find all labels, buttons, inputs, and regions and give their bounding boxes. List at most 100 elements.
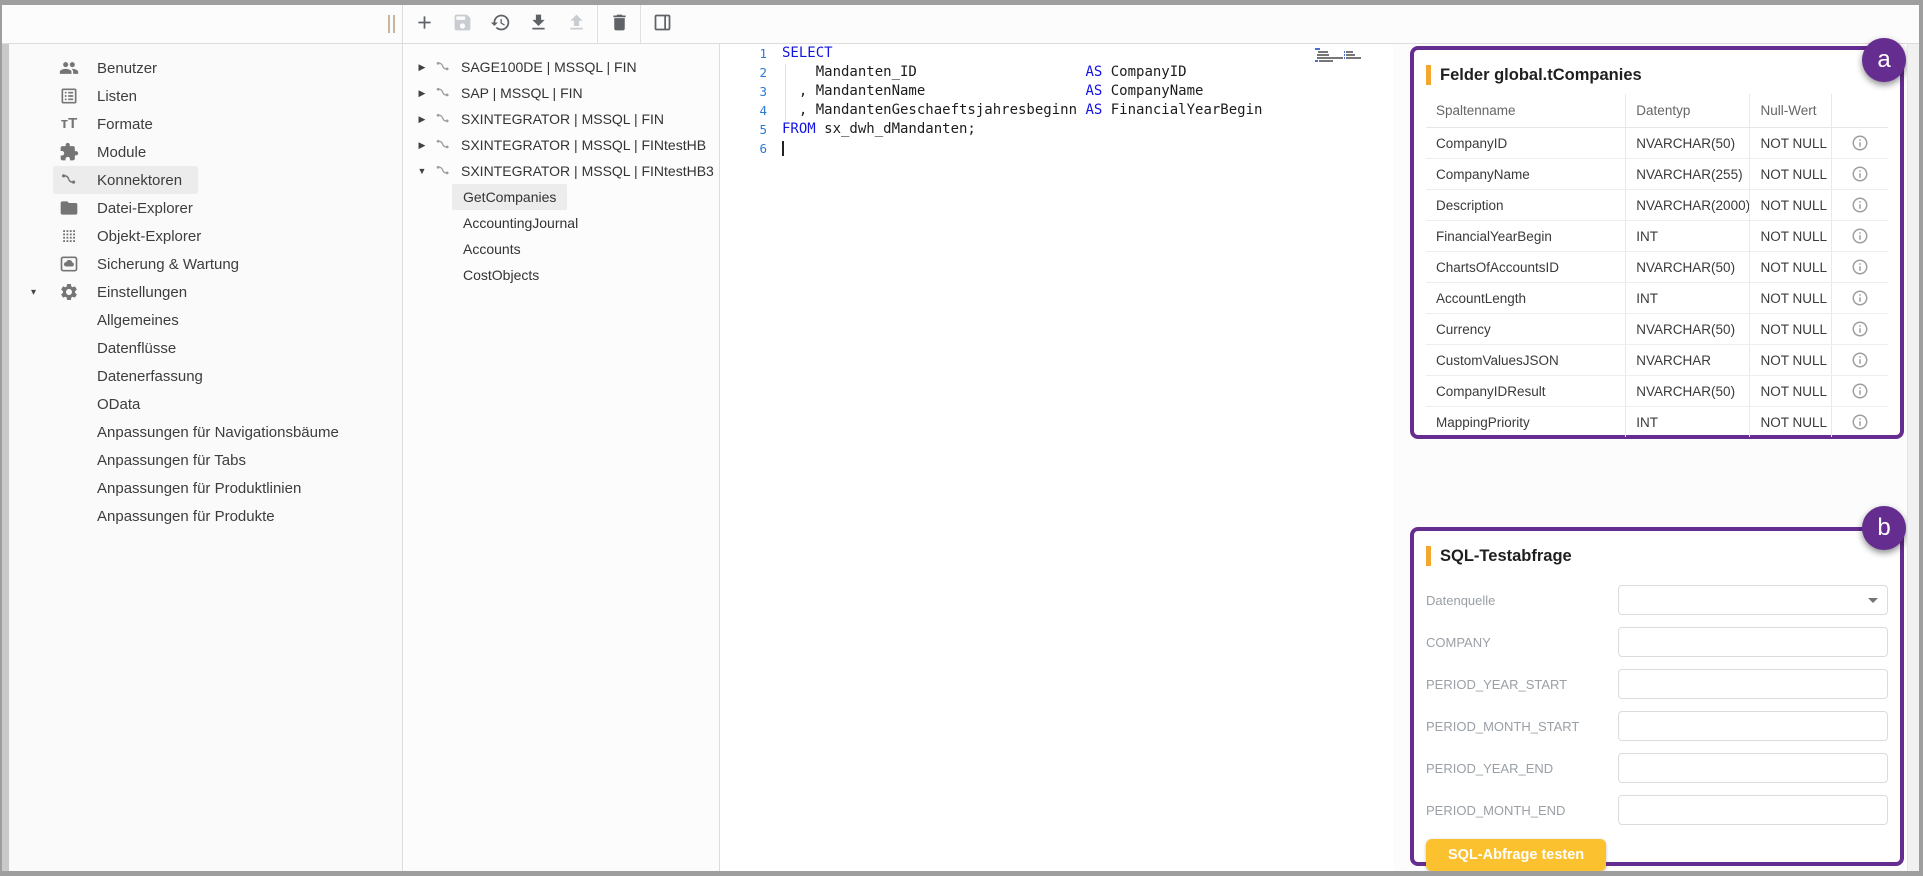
accent-bar — [1426, 546, 1431, 566]
table-row: CurrencyNVARCHAR(50)NOT NULL — [1426, 314, 1888, 345]
input-company[interactable] — [1618, 627, 1888, 657]
tree-query-costobjects[interactable]: CostObjects — [452, 262, 550, 288]
info-icon[interactable] — [1851, 383, 1869, 398]
connector-icon — [434, 58, 452, 76]
minimap-line — [1315, 60, 1387, 62]
cell-name: CompanyName — [1426, 159, 1626, 190]
tree-connector-sxintegrator-mssql-fintesthb[interactable]: ▶SXINTEGRATOR | MSSQL | FINtestHB — [404, 132, 719, 158]
grid-dots-icon — [59, 226, 79, 246]
cell-name: CompanyIDResult — [1426, 376, 1626, 407]
sidebar-subitem-allgemeines[interactable]: Allgemeines — [91, 306, 193, 334]
input-period-month-start[interactable] — [1618, 711, 1888, 741]
info-icon[interactable] — [1851, 197, 1869, 212]
add-button[interactable] — [405, 5, 443, 43]
sidebar-subitem-datenerfassung[interactable]: Datenerfassung — [91, 362, 217, 390]
cell-info — [1832, 190, 1888, 221]
tree-connector-sage100de-mssql-fin[interactable]: ▶ SAGE100DE | MSSQL | FIN — [404, 54, 719, 80]
sidebar-item-objekt-explorer[interactable]: Objekt-Explorer — [53, 222, 217, 250]
code-line-1: 1SELECT — [721, 44, 1393, 63]
chevron-down-icon[interactable]: ▾ — [31, 287, 36, 298]
input-period-year-start[interactable] — [1618, 669, 1888, 699]
delete-button[interactable] — [600, 5, 638, 43]
upload-icon — [566, 12, 587, 36]
sidebar-splitter-handle[interactable] — [388, 15, 396, 33]
info-icon[interactable] — [1851, 414, 1869, 429]
tree-connector-label: SXINTEGRATOR | MSSQL | FINtestHB3 — [461, 163, 714, 179]
chevron-right-icon[interactable]: ▶ — [414, 140, 430, 151]
tree-query-accounts[interactable]: Accounts — [452, 236, 532, 262]
format-size-icon: тT — [59, 114, 79, 134]
sidebar-item-formate[interactable]: тTFormate — [53, 110, 169, 138]
sidebar-subitem-odata[interactable]: OData — [91, 390, 154, 418]
code-line-4: 4 , MandantenGeschaeftsjahresbeginn AS F… — [721, 101, 1393, 120]
info-icon[interactable] — [1851, 321, 1869, 336]
table-row: DescriptionNVARCHAR(2000)NOT NULL — [1426, 190, 1888, 221]
connector-icon — [434, 84, 452, 102]
fields-panel-title: Felder global.tCompanies — [1440, 66, 1642, 85]
cell-info — [1832, 345, 1888, 376]
info-icon[interactable] — [1851, 135, 1869, 150]
column-header-datentyp: Datentyp — [1626, 94, 1750, 128]
restore-button[interactable] — [481, 5, 519, 43]
chevron-down-icon — [1868, 598, 1878, 603]
sidebar-item-listen[interactable]: Listen — [53, 82, 153, 110]
left-scrollbar[interactable] — [2, 44, 9, 871]
gear-icon — [59, 282, 79, 302]
form-row-period-year-end: PERIOD_YEAR_END — [1426, 747, 1888, 789]
input-period-year-end[interactable] — [1618, 753, 1888, 783]
minimap-line — [1315, 48, 1387, 50]
sql-editor[interactable]: 1SELECT2 Mandanten_ID AS CompanyID3 , Ma… — [721, 44, 1393, 871]
connector-icon — [434, 110, 452, 128]
sidebar-item-einstellungen[interactable]: ▾Einstellungen — [53, 278, 203, 306]
input-period-month-end[interactable] — [1618, 795, 1888, 825]
info-icon[interactable] — [1851, 259, 1869, 274]
chevron-right-icon[interactable]: ▶ — [414, 62, 430, 73]
tree-query-accountingjournal[interactable]: AccountingJournal — [452, 210, 589, 236]
sidebar-item-sicherung-wartung[interactable]: Sicherung & Wartung — [53, 250, 255, 278]
editor-minimap — [1315, 48, 1387, 66]
fields-panel-header: Felder global.tCompanies — [1426, 62, 1888, 88]
line-number: 2 — [721, 63, 782, 82]
sidebar-item-datei-explorer[interactable]: Datei-Explorer — [53, 194, 209, 222]
info-icon[interactable] — [1851, 166, 1869, 181]
chevron-down-icon[interactable]: ▼ — [414, 166, 430, 176]
tree-query-getcompanies[interactable]: GetCompanies — [452, 184, 567, 210]
tree-connector-label: SAGE100DE | MSSQL | FIN — [461, 59, 637, 75]
code-lines: 1SELECT2 Mandanten_ID AS CompanyID3 , Ma… — [721, 44, 1393, 158]
cell-info — [1832, 376, 1888, 407]
line-number: 5 — [721, 120, 782, 139]
select-datenquelle[interactable] — [1618, 585, 1888, 615]
table-row: FinancialYearBeginINTNOT NULL — [1426, 221, 1888, 252]
chevron-right-icon[interactable]: ▶ — [414, 88, 430, 99]
tree-connector-sap-mssql-fin[interactable]: ▶SAP | MSSQL | FIN — [404, 80, 719, 106]
tree-connector-sxintegrator-mssql-fin[interactable]: ▶SXINTEGRATOR | MSSQL | FIN — [404, 106, 719, 132]
table-row: CompanyIDNVARCHAR(50)NOT NULL — [1426, 128, 1888, 159]
puzzle-icon — [59, 142, 79, 162]
sidebar-subitem-anpassungen-f-r-navigationsb-ume[interactable]: Anpassungen für Navigationsbäume — [91, 418, 353, 446]
chevron-right-icon[interactable]: ▶ — [414, 114, 430, 125]
code-text: SELECT — [782, 44, 833, 63]
info-icon[interactable] — [1851, 290, 1869, 305]
connector-tree: ▶ SAGE100DE | MSSQL | FIN ▶SAP | MSSQL | F… — [404, 44, 720, 871]
sidebar-item-konnektoren[interactable]: Konnektoren — [53, 166, 198, 194]
sidebar-item-benutzer[interactable]: Benutzer — [53, 54, 173, 82]
sidebar-item-module[interactable]: Module — [53, 138, 162, 166]
sidebar-item-label: Konnektoren — [97, 172, 182, 189]
code-text: , MandantenName AS CompanyName — [782, 82, 1203, 101]
sidebar-subitem-datenfl-sse[interactable]: Datenflüsse — [91, 334, 190, 362]
run-sql-test-button[interactable]: SQL-Abfrage testen — [1426, 839, 1606, 871]
code-text: Mandanten_ID AS CompanyID — [782, 63, 1187, 82]
sidebar-subitem-anpassungen-f-r-tabs[interactable]: Anpassungen für Tabs — [91, 446, 260, 474]
sidebar-subitem-anpassungen-f-r-produkte[interactable]: Anpassungen für Produkte — [91, 502, 289, 530]
table-row: MappingPriorityINTNOT NULL — [1426, 407, 1888, 438]
toggle-panel-button[interactable] — [643, 5, 681, 43]
sidebar-subitem-anpassungen-f-r-produktlinien[interactable]: Anpassungen für Produktlinien — [91, 474, 315, 502]
info-icon[interactable] — [1851, 352, 1869, 367]
info-icon[interactable] — [1851, 228, 1869, 243]
download-button[interactable] — [519, 5, 557, 43]
tree-connector-sxintegrator-mssql-fintesthb3[interactable]: ▼ SXINTEGRATOR | MSSQL | FINtestHB3 — [404, 158, 719, 184]
sidebar-item-label: Einstellungen — [97, 284, 187, 301]
field-label-period-year-end: PERIOD_YEAR_END — [1426, 761, 1618, 776]
right-scrollbar[interactable] — [1907, 44, 1919, 871]
panel-right-icon — [652, 12, 673, 36]
